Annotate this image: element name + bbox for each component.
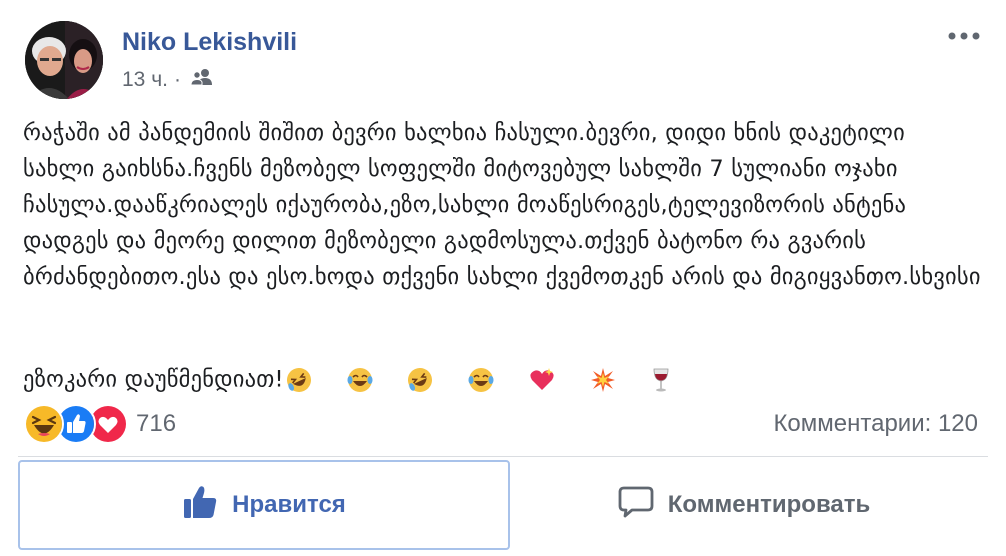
separator-dot: · [173, 68, 181, 91]
comment-button-label: Комментировать [667, 491, 871, 518]
more-options-icon[interactable] [944, 26, 984, 46]
joy-icon [468, 295, 527, 465]
avatar[interactable] [25, 21, 103, 99]
divider [18, 456, 988, 457]
rofl-icon [407, 295, 466, 465]
wine-glass-icon [651, 295, 710, 465]
friends-icon[interactable] [190, 68, 213, 92]
sparkling-heart-icon [529, 295, 588, 465]
like-button[interactable]: Нравится [18, 460, 510, 550]
facebook-post: Niko Lekishvili 13 ч. · რაჭაში ამ პანდემ… [0, 0, 1006, 556]
post-time[interactable]: 13 ч. [122, 68, 168, 92]
thumbs-up-icon [182, 484, 232, 527]
post-meta: 13 ч. · [122, 68, 213, 92]
emoji-row [286, 295, 710, 465]
collision-icon [590, 295, 649, 465]
reaction-count[interactable]: 716 [136, 410, 176, 438]
joy-icon [347, 295, 406, 465]
comments-count[interactable]: Комментарии: 120 [773, 410, 978, 438]
haha-reaction-icon [24, 404, 64, 444]
avatar-photo [25, 21, 103, 99]
speech-bubble-icon [618, 485, 668, 526]
like-button-label: Нравится [232, 491, 346, 518]
rofl-icon [286, 295, 345, 465]
author-name[interactable]: Niko Lekishvili [122, 28, 297, 57]
reactions-summary[interactable]: 716 [24, 404, 176, 444]
comment-button[interactable]: Комментировать [500, 460, 988, 550]
